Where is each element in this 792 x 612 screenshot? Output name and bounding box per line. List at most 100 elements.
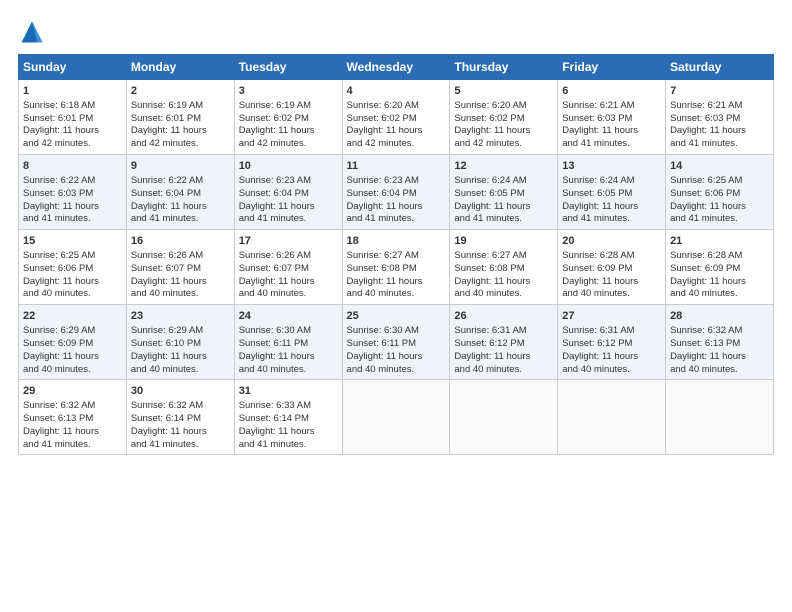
daylight-minutes-text: and 41 minutes. [131,213,199,224]
sunset-text: Sunset: 6:09 PM [23,338,93,349]
sunset-text: Sunset: 6:02 PM [454,113,524,124]
calendar-cell: 10Sunrise: 6:23 AMSunset: 6:04 PMDayligh… [234,155,342,230]
daylight-hours-text: Daylight: 11 hours [670,351,746,362]
daylight-minutes-text: and 41 minutes. [670,213,738,224]
col-header-tuesday: Tuesday [234,55,342,80]
daylight-hours-text: Daylight: 11 hours [454,351,530,362]
calendar-cell: 13Sunrise: 6:24 AMSunset: 6:05 PMDayligh… [558,155,666,230]
daylight-minutes-text: and 40 minutes. [670,364,738,375]
col-header-wednesday: Wednesday [342,55,450,80]
calendar-cell: 8Sunrise: 6:22 AMSunset: 6:03 PMDaylight… [19,155,127,230]
daylight-hours-text: Daylight: 11 hours [347,351,423,362]
calendar-header-row: SundayMondayTuesdayWednesdayThursdayFrid… [19,55,774,80]
daylight-hours-text: Daylight: 11 hours [670,201,746,212]
sunset-text: Sunset: 6:06 PM [23,263,93,274]
logo [18,18,50,46]
calendar-cell [342,380,450,455]
sunrise-text: Sunrise: 6:18 AM [23,100,95,111]
daylight-minutes-text: and 41 minutes. [562,138,630,149]
sunrise-text: Sunrise: 6:29 AM [131,325,203,336]
calendar-cell: 11Sunrise: 6:23 AMSunset: 6:04 PMDayligh… [342,155,450,230]
day-number: 12 [454,159,553,174]
calendar-cell: 7Sunrise: 6:21 AMSunset: 6:03 PMDaylight… [666,80,774,155]
day-number: 26 [454,309,553,324]
sunset-text: Sunset: 6:02 PM [347,113,417,124]
calendar-cell: 4Sunrise: 6:20 AMSunset: 6:02 PMDaylight… [342,80,450,155]
day-number: 31 [239,384,338,399]
sunset-text: Sunset: 6:12 PM [562,338,632,349]
day-number: 8 [23,159,122,174]
daylight-minutes-text: and 40 minutes. [454,364,522,375]
sunrise-text: Sunrise: 6:22 AM [23,175,95,186]
calendar-week-row: 1Sunrise: 6:18 AMSunset: 6:01 PMDaylight… [19,80,774,155]
sunset-text: Sunset: 6:10 PM [131,338,201,349]
daylight-minutes-text: and 41 minutes. [562,213,630,224]
calendar-week-row: 22Sunrise: 6:29 AMSunset: 6:09 PMDayligh… [19,305,774,380]
sunset-text: Sunset: 6:04 PM [347,188,417,199]
day-number: 25 [347,309,446,324]
sunrise-text: Sunrise: 6:30 AM [239,325,311,336]
col-header-saturday: Saturday [666,55,774,80]
sunrise-text: Sunrise: 6:25 AM [670,175,742,186]
daylight-minutes-text: and 41 minutes. [347,213,415,224]
day-number: 18 [347,234,446,249]
sunset-text: Sunset: 6:01 PM [131,113,201,124]
calendar-cell: 26Sunrise: 6:31 AMSunset: 6:12 PMDayligh… [450,305,558,380]
daylight-minutes-text: and 40 minutes. [239,364,307,375]
sunrise-text: Sunrise: 6:24 AM [562,175,634,186]
day-number: 4 [347,84,446,99]
daylight-hours-text: Daylight: 11 hours [347,276,423,287]
calendar-cell: 28Sunrise: 6:32 AM Sunset: 6:13 PM Dayligh… [666,305,774,380]
daylight-hours-text: Daylight: 11 hours [23,125,99,136]
calendar-cell [450,380,558,455]
daylight-minutes-text: and 40 minutes. [562,288,630,299]
daylight-minutes-text: and 41 minutes. [239,439,307,450]
sunrise-text: Sunrise: 6:20 AM [347,100,419,111]
sunset-text: Sunset: 6:14 PM [131,413,201,424]
day-number: 3 [239,84,338,99]
daylight-hours-text: Daylight: 11 hours [239,201,315,212]
sunrise-text: Sunrise: 6:28 AM [670,250,742,261]
sunset-text: Sunset: 6:04 PM [131,188,201,199]
sunset-text: Sunset: 6:09 PM [562,263,632,274]
day-number: 28 [670,309,769,324]
calendar-cell: 14Sunrise: 6:25 AMSunset: 6:06 PMDayligh… [666,155,774,230]
sunset-text: Sunset: 6:05 PM [562,188,632,199]
daylight-minutes-text: and 41 minutes. [239,213,307,224]
calendar-cell: 2Sunrise: 6:19 AMSunset: 6:01 PMDaylight… [126,80,234,155]
calendar-week-row: 15Sunrise: 6:25 AM Sunset: 6:06 PM Dayligh… [19,230,774,305]
day-number: 16 [131,234,230,249]
sunset-text: Sunset: 6:05 PM [454,188,524,199]
daylight-minutes-text: and 40 minutes. [23,288,91,299]
daylight-hours-text: Daylight: 11 hours [454,125,530,136]
sunset-text: Sunset: 6:03 PM [562,113,632,124]
day-number: 6 [562,84,661,99]
day-number: 15 [23,234,122,249]
daylight-hours-text: Daylight: 11 hours [562,276,638,287]
day-number: 21 [670,234,769,249]
sunrise-text: Sunrise: 6:23 AM [239,175,311,186]
day-number: 17 [239,234,338,249]
sunrise-text: Sunrise: 6:24 AM [454,175,526,186]
sunset-text: Sunset: 6:02 PM [239,113,309,124]
daylight-minutes-text: and 42 minutes. [347,138,415,149]
daylight-minutes-text: and 40 minutes. [131,288,199,299]
sunrise-text: Sunrise: 6:19 AM [239,100,311,111]
daylight-hours-text: Daylight: 11 hours [131,276,207,287]
daylight-minutes-text: and 40 minutes. [239,288,307,299]
calendar-cell: 27Sunrise: 6:31 AMSunset: 6:12 PMDayligh… [558,305,666,380]
sunrise-text: Sunrise: 6:25 AM [23,250,95,261]
daylight-minutes-text: and 40 minutes. [23,364,91,375]
daylight-minutes-text: and 41 minutes. [23,439,91,450]
sunrise-text: Sunrise: 6:20 AM [454,100,526,111]
sunset-text: Sunset: 6:14 PM [239,413,309,424]
sunrise-text: Sunrise: 6:29 AM [23,325,95,336]
daylight-minutes-text: and 41 minutes. [454,213,522,224]
daylight-hours-text: Daylight: 11 hours [239,351,315,362]
calendar-cell: 25Sunrise: 6:30 AMSunset: 6:11 PMDayligh… [342,305,450,380]
sunset-text: Sunset: 6:13 PM [670,338,740,349]
sunrise-text: Sunrise: 6:32 AM [670,325,742,336]
daylight-minutes-text: and 41 minutes. [131,439,199,450]
day-number: 2 [131,84,230,99]
daylight-hours-text: Daylight: 11 hours [562,125,638,136]
